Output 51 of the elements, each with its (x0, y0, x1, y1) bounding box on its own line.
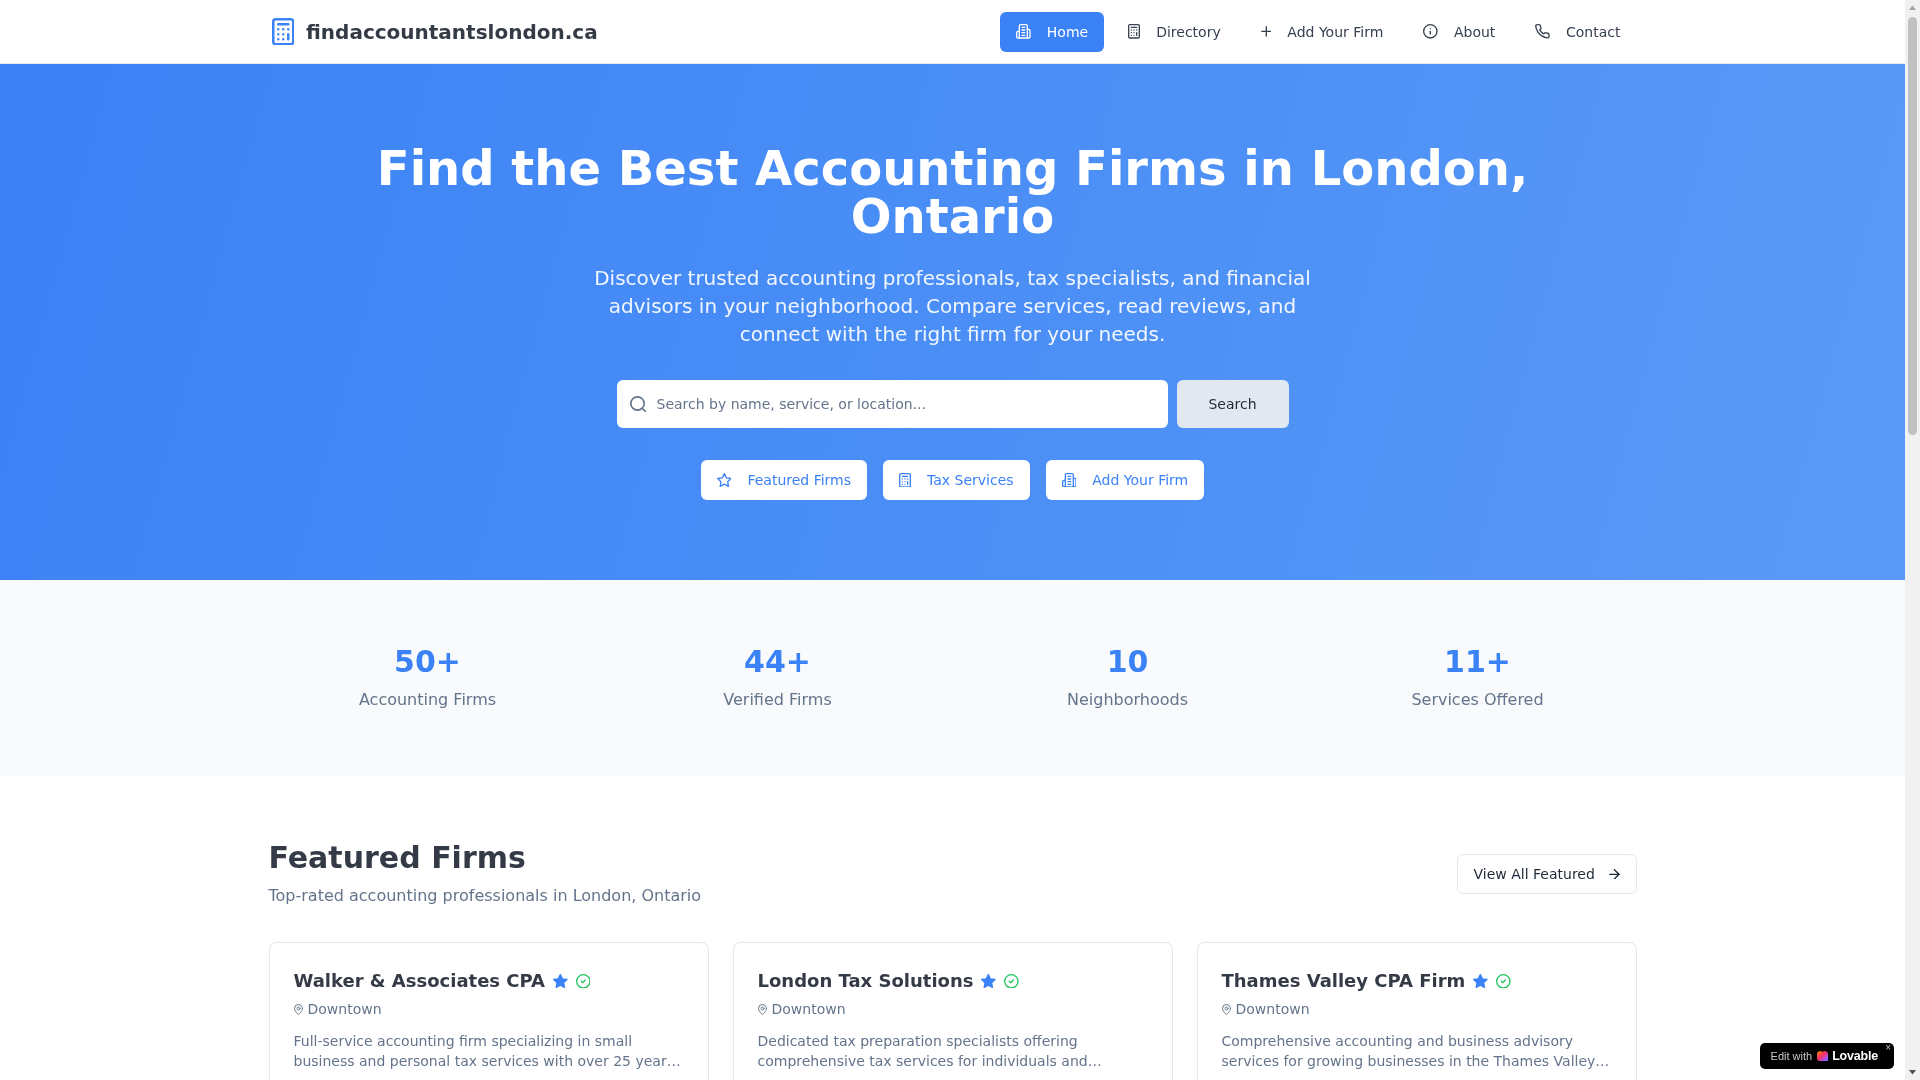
nav-link[interactable]: Contact (1519, 11, 1637, 52)
brand-link[interactable]: findaccountantslondon.ca (268, 17, 598, 46)
calculator-icon (271, 17, 294, 46)
quick-link-button[interactable]: Add Your Firm (1045, 460, 1205, 500)
stat-value: 44+ (743, 644, 812, 680)
map-pin-icon (757, 1003, 767, 1015)
firm-location: Downtown (307, 1000, 382, 1019)
stat-value: 11+ (1443, 644, 1512, 680)
edit-link[interactable]: Edit with Lovable (1770, 1046, 1878, 1066)
building-icon (1016, 24, 1031, 39)
stat-label: Accounting Firms (357, 689, 498, 711)
nav-link[interactable]: Home (1000, 11, 1105, 52)
hero-title: Find the Best Accounting Firms in London, Ontario (375, 144, 1530, 240)
map-pin-icon (293, 1003, 303, 1015)
phone-icon (1535, 24, 1551, 39)
search-button[interactable]: Search (1176, 380, 1289, 428)
firm-location: Downtown (771, 1000, 846, 1019)
calculator-icon (899, 472, 911, 488)
star-icon (716, 472, 732, 488)
close-button[interactable]: × (1885, 1043, 1891, 1053)
map-pin-icon (1221, 1003, 1231, 1015)
section-title: Featured Firms (268, 840, 527, 876)
arrow-right-icon (1608, 868, 1620, 880)
nav-link[interactable]: About (1407, 11, 1512, 52)
section-subtitle: Top-rated accounting professionals in London, Ontario (268, 885, 702, 907)
quick-link-button[interactable]: Tax Services (883, 460, 1030, 500)
stat-label: Services Offered (1410, 689, 1545, 711)
calculator-icon (1128, 24, 1141, 39)
firm-name: London Tax Solutions (757, 969, 974, 993)
hero-subtitle: Discover trusted accounting professionals, tax specialists, and financial advisors in your neighborhood. Compare services, read reviews, and connect with the right firm for your needs. (593, 265, 1312, 348)
stat-value: 50+ (393, 644, 462, 680)
heart-icon (1817, 1051, 1829, 1061)
nav-link[interactable]: Directory (1112, 11, 1237, 52)
building-icon (1061, 472, 1077, 488)
search-field[interactable]: Search by name, service, or location... (616, 380, 1168, 428)
info-icon (1423, 24, 1438, 39)
firm-description: Full-service accounting firm specializing in small business and personal tax services with over 25 year… (293, 1032, 682, 1071)
firm-description: Comprehensive accounting and business advisory services for growing businesses in the Thames Valley… (1221, 1032, 1611, 1071)
firm-name: Thames Valley CPA Firm (1221, 969, 1466, 993)
nav-link[interactable]: Add Your Firm (1244, 11, 1400, 52)
search-icon (629, 395, 647, 413)
stat-label: Verified Firms (722, 689, 833, 711)
plus-icon (1260, 26, 1272, 37)
firm-location: Downtown (1235, 1000, 1310, 1019)
stat-label: Neighborhoods (1066, 689, 1189, 711)
scrollbar[interactable] (1905, 0, 1920, 1080)
stat-value: 10 (1105, 644, 1150, 680)
view-all-button[interactable]: View All Featured (1456, 854, 1637, 894)
firm-description: Dedicated tax preparation specialists offering comprehensive tax services for individuals and… (757, 1032, 1103, 1071)
quick-link-button[interactable]: Featured Firms (700, 460, 867, 500)
firm-name: Walker & Associates CPA (293, 969, 546, 993)
